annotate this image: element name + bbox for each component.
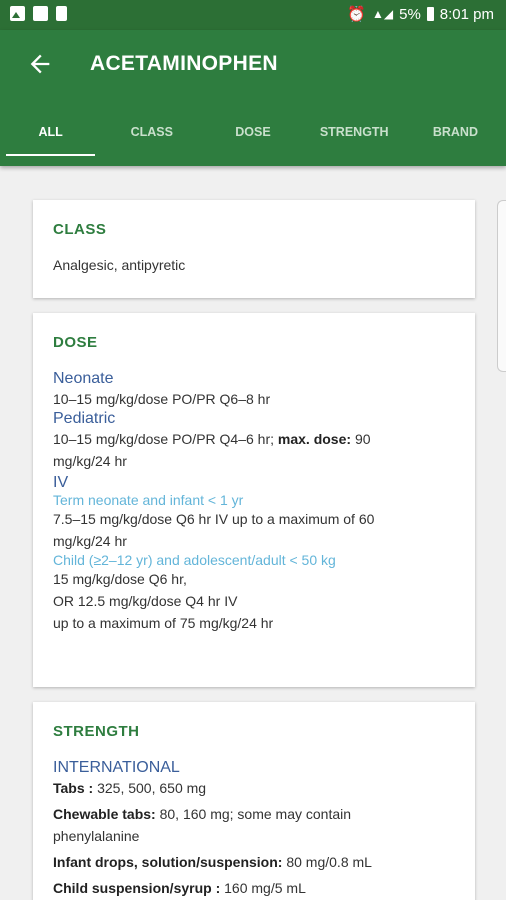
pediatric-dose: 10–15 mg/kg/dose PO/PR Q4–6 hr; — [53, 431, 275, 447]
class-heading: CLASS — [53, 221, 107, 238]
signal-icon: ▲◢ — [372, 7, 394, 21]
infant-label: Infant drops, solution/suspension: — [53, 854, 283, 870]
chewable-value: 80, 160 mg; some may contain — [159, 806, 352, 822]
strength-heading: STRENGTH — [53, 723, 140, 740]
content-scroll-area[interactable]: CLASS Analgesic, antipyretic DOSE Neonat… — [0, 166, 506, 900]
battery-icon — [426, 7, 434, 21]
tabs-label: Tabs : — [53, 780, 94, 796]
tab-dose[interactable]: DOSE — [202, 116, 303, 166]
iv-text-child: 15 mg/kg/dose Q6 hr, OR 12.5 mg/kg/dose … — [53, 568, 455, 634]
max-dose-unit: mg/kg/24 hr — [53, 453, 127, 469]
iv-text-child-line2: OR 12.5 mg/kg/dose Q4 hr IV — [53, 593, 238, 609]
pediatric-text: 10–15 mg/kg/dose PO/PR Q4–6 hr; max. dos… — [53, 428, 455, 472]
app-notification-icon — [33, 6, 48, 21]
max-dose-value: 90 — [354, 431, 371, 447]
tab-all[interactable]: ALL — [0, 116, 101, 166]
alert-notification-icon — [56, 6, 67, 21]
clock: 8:01 pm — [439, 5, 494, 23]
international-title: INTERNATIONAL — [53, 759, 180, 776]
iv-text-neonate-line1: 7.5–15 mg/kg/dose Q6 hr IV up to a maxim… — [53, 511, 375, 527]
strength-card: STRENGTH INTERNATIONAL Tabs : 325, 500, … — [33, 702, 475, 900]
child-value: 160 mg/5 mL — [224, 880, 306, 896]
neonate-title: Neonate — [53, 370, 114, 387]
alarm-icon: ⏰ — [347, 6, 366, 23]
neonate-text: 10–15 mg/kg/dose PO/PR Q6–8 hr — [53, 391, 271, 407]
iv-text-child-line3: up to a maximum of 75 mg/kg/24 hr — [53, 615, 274, 631]
tab-class[interactable]: CLASS — [101, 116, 202, 166]
max-dose-label: max. dose: — [277, 431, 352, 447]
battery-percent: 5% — [399, 5, 421, 23]
iv-text-neonate-line2: mg/kg/24 hr — [53, 533, 127, 549]
dose-heading: DOSE — [53, 334, 98, 351]
page-title: ACETAMINOPHEN — [90, 52, 278, 75]
child-suspension-strength: Child suspension/syrup : 160 mg/5 mL — [53, 877, 455, 899]
tabs-value: 325, 500, 650 mg — [97, 780, 207, 796]
tab-bar: ALL CLASS DOSE STRENGTH BRAND — [0, 116, 506, 166]
dose-card: DOSE Neonate 10–15 mg/kg/dose PO/PR Q6–8… — [33, 313, 475, 687]
class-card: CLASS Analgesic, antipyretic — [33, 200, 475, 298]
tabs-strength: Tabs : 325, 500, 650 mg — [53, 777, 455, 799]
side-drawer-handle[interactable] — [497, 200, 506, 372]
back-arrow-icon[interactable] — [26, 50, 54, 78]
tab-brand[interactable]: BRAND — [405, 116, 506, 166]
infant-value: 80 mg/0.8 mL — [286, 854, 372, 870]
iv-title: IV — [53, 474, 69, 491]
tab-strength[interactable]: STRENGTH — [304, 116, 405, 166]
pediatric-title: Pediatric — [53, 410, 116, 427]
app-bar: ACETAMINOPHEN ALL CLASS DOSE STRENGTH BR… — [0, 30, 506, 166]
gallery-notification-icon — [10, 6, 25, 21]
iv-subtitle-neonate: Term neonate and infant < 1 yr — [53, 492, 244, 508]
iv-text-child-line1: 15 mg/kg/dose Q6 hr, — [53, 571, 187, 587]
iv-subtitle-child: Child (≥2–12 yr) and adolescent/adult < … — [53, 552, 336, 568]
status-bar: ⏰ ▲◢ 5% 8:01 pm — [0, 0, 506, 30]
infant-drops-strength: Infant drops, solution/suspension: 80 mg… — [53, 851, 455, 873]
chewable-note: phenylalanine — [53, 828, 140, 844]
chewable-label: Chewable tabs: — [53, 806, 156, 822]
iv-text-neonate: 7.5–15 mg/kg/dose Q6 hr IV up to a maxim… — [53, 508, 455, 552]
class-text: Analgesic, antipyretic — [53, 257, 186, 273]
child-label: Child suspension/syrup : — [53, 880, 221, 896]
chewable-strength: Chewable tabs: 80, 160 mg; some may cont… — [53, 803, 455, 847]
